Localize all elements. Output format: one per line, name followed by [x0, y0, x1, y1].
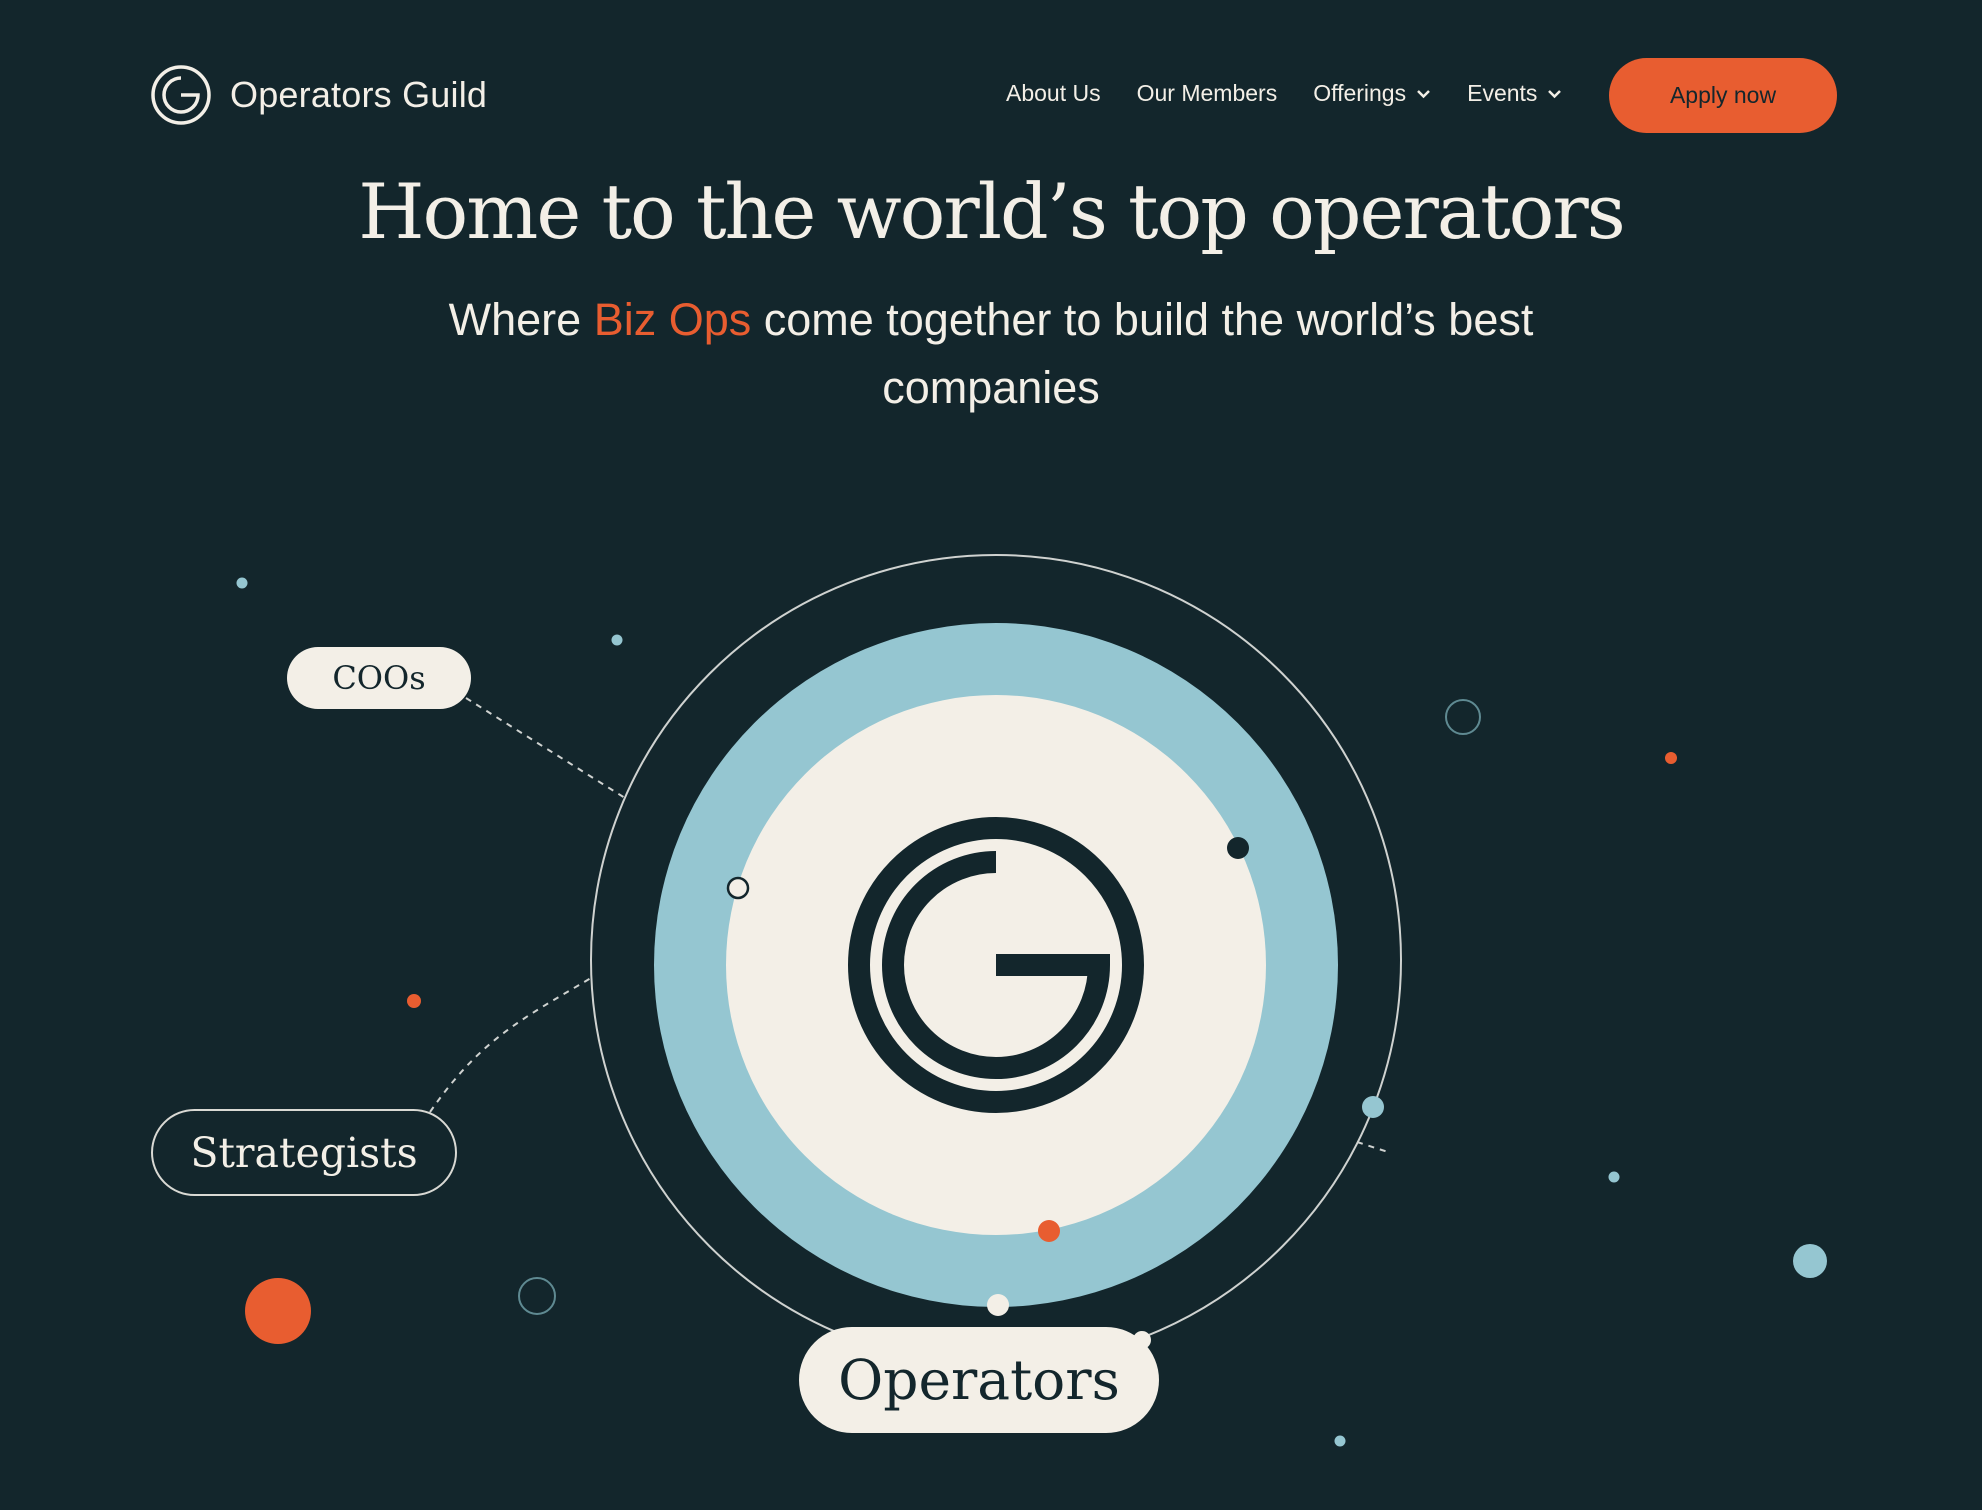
- orbit-dot: [1227, 837, 1249, 859]
- subtitle-suffix: come together to build the world’s best …: [751, 294, 1534, 413]
- nav-label: About Us: [1006, 80, 1101, 106]
- nav-events[interactable]: Events: [1467, 80, 1562, 107]
- chevron-down-icon: [1417, 89, 1430, 98]
- operators-label: Operators: [799, 1327, 1159, 1433]
- nav-label: Offerings: [1313, 80, 1407, 106]
- orbit-dot: [1362, 1096, 1384, 1118]
- center-g-logo-icon: [848, 817, 1144, 1113]
- decor-dot: [1793, 1244, 1827, 1278]
- subtitle-prefix: Where: [448, 294, 594, 345]
- subtitle-accent: Biz Ops: [593, 294, 752, 345]
- decor-dot: [611, 634, 623, 646]
- decor-dot: [245, 1278, 311, 1344]
- nav-label: Our Members: [1136, 80, 1278, 106]
- nav-our-members[interactable]: Our Members: [1137, 80, 1278, 107]
- coos-label: COOs: [287, 647, 471, 709]
- nav-offerings[interactable]: Offerings: [1313, 80, 1431, 107]
- decor-dot: [1665, 752, 1677, 764]
- apply-now-button[interactable]: Apply now: [1609, 58, 1837, 133]
- decor-ring: [1445, 699, 1481, 735]
- decor-dot: [1608, 1171, 1620, 1183]
- right-connector: [1356, 1141, 1389, 1153]
- orbit-dot: [726, 876, 750, 900]
- hero-subtitle: Where Biz Ops come together to build the…: [441, 286, 1541, 422]
- decor-dot: [1334, 1435, 1346, 1447]
- strategists-label: Strategists: [151, 1109, 457, 1196]
- brand-logo[interactable]: Operators Guild: [150, 64, 487, 126]
- chevron-down-icon: [1548, 89, 1562, 98]
- decor-dot: [407, 994, 421, 1008]
- nav-about-us[interactable]: About Us: [1006, 80, 1101, 107]
- strategists-connector: [429, 977, 592, 1113]
- decor-ring: [518, 1277, 556, 1315]
- nav-label: Events: [1467, 80, 1538, 106]
- coos-connector: [465, 697, 626, 799]
- hero-headline: Home to the world’s top operators: [358, 167, 1625, 256]
- site-header: Operators Guild About Us Our Members Off…: [0, 0, 1982, 190]
- g-ring-logo-icon: [151, 65, 211, 125]
- orbit-dot: [987, 1294, 1009, 1316]
- main-nav: About Us Our Members Offerings Events: [1006, 80, 1562, 107]
- orbit-dot: [1038, 1220, 1060, 1242]
- decor-dot: [236, 577, 248, 589]
- brand-name: Operators Guild: [230, 74, 488, 115]
